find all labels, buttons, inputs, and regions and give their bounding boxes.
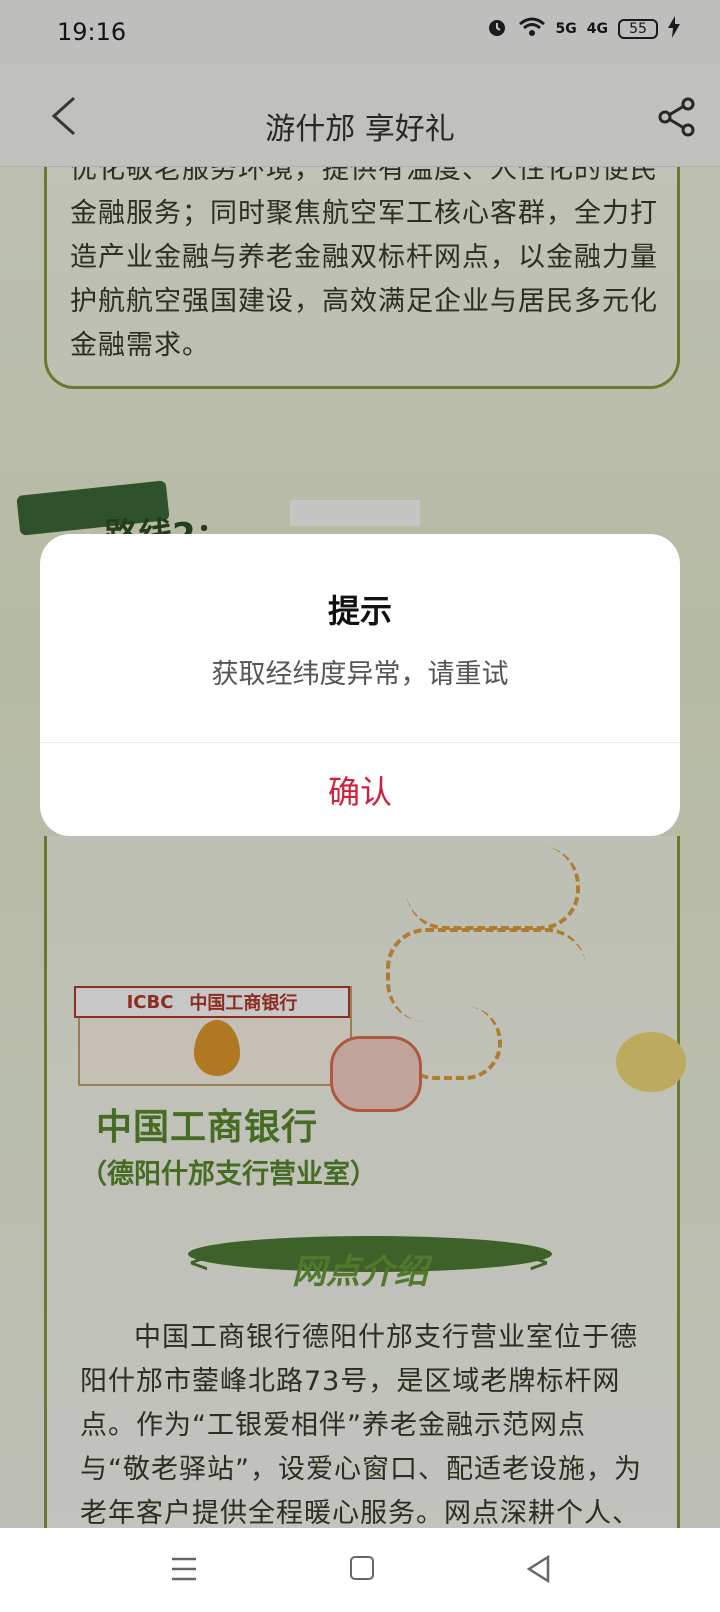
home-icon[interactable]: [350, 1556, 374, 1580]
confirm-button[interactable]: 确认: [40, 743, 680, 836]
system-back-icon[interactable]: [524, 1554, 554, 1584]
recent-apps-icon[interactable]: [170, 1556, 198, 1582]
system-navigation-bar: [0, 1528, 720, 1612]
alert-dialog: 提示 获取经纬度异常，请重试 确认: [40, 534, 680, 836]
dialog-title: 提示: [327, 592, 392, 630]
dialog-message: 获取经纬度异常，请重试: [211, 659, 509, 690]
